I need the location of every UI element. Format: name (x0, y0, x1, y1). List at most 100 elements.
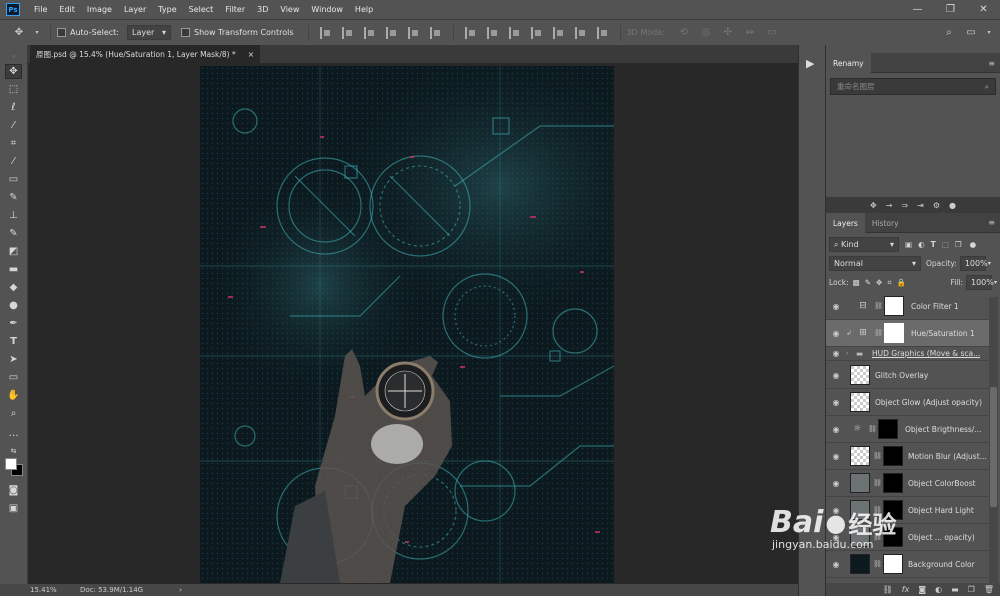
info-icon[interactable]: ● (949, 201, 956, 210)
blend-mode-dropdown[interactable]: Normal ▾ (829, 256, 921, 271)
dodge-tool-icon[interactable]: ● (5, 298, 22, 313)
tab-layers[interactable]: Layers (826, 213, 865, 233)
layer-row[interactable]: ◉ › ▬ HUD Graphics (Move & sca... (826, 347, 989, 361)
show-transform-checkbox[interactable] (180, 28, 190, 37)
filter-smart-object-icon[interactable]: ❐ (955, 240, 962, 249)
3d-rotate-icon[interactable]: ⟲ (677, 26, 691, 40)
eye-icon[interactable]: ◉ (826, 302, 846, 311)
layer-row[interactable]: ◉ Glitch Overlay (826, 362, 989, 389)
distribute-hcenter-icon[interactable] (552, 26, 565, 39)
new-group-icon[interactable]: ▬ (951, 585, 959, 594)
layer-row[interactable]: ◉ ↲ ⊞ ⛓ Hue/Saturation 1 (826, 320, 989, 347)
eye-icon[interactable]: ◉ (826, 560, 846, 569)
add-mask-icon[interactable]: ◙ (918, 585, 926, 594)
auto-select-dropdown[interactable]: Layer ▾ (126, 25, 171, 40)
chevron-down-icon[interactable]: ▾ (988, 260, 991, 267)
move-tool-icon[interactable]: ✥ (5, 64, 22, 79)
lock-position-icon[interactable]: ✥ (876, 278, 882, 287)
tab-history[interactable]: History (865, 213, 906, 233)
filter-type-icon[interactable]: T (931, 240, 936, 249)
filter-shape-icon[interactable]: ⬚ (942, 240, 949, 249)
eye-icon[interactable]: ◉ (826, 479, 846, 488)
layer-mask-thumbnail[interactable] (883, 554, 903, 574)
move-tool-icon[interactable]: ✥ (12, 26, 26, 40)
photoshop-logo[interactable]: Ps (6, 3, 20, 16)
lock-all-icon[interactable]: 🔒 (897, 278, 906, 287)
new-adjustment-icon[interactable]: ◐ (935, 585, 942, 594)
opacity-field[interactable]: 100% (959, 256, 988, 271)
align-top-icon[interactable] (319, 26, 332, 39)
screen-mode-icon[interactable]: ▣ (5, 501, 22, 516)
play-icon[interactable]: ▶ (806, 57, 814, 70)
menu-type[interactable]: Type (152, 5, 182, 14)
gradient-tool-icon[interactable]: ▬ (5, 262, 22, 277)
fill-field[interactable]: 100% (965, 275, 994, 290)
more-tools-icon[interactable]: … (5, 426, 22, 441)
layer-mask-thumbnail[interactable] (883, 473, 903, 493)
lock-image-icon[interactable]: ✎ (865, 278, 871, 287)
close-tab-icon[interactable]: × (248, 50, 254, 59)
panel-menu-icon[interactable]: ≡ (988, 59, 995, 68)
layer-row[interactable]: ◉ ☼ ⛓ Object Brigthness/... (826, 416, 989, 443)
menu-help[interactable]: Help (349, 5, 379, 14)
filter-adjustment-icon[interactable]: ◐ (918, 240, 925, 249)
layers-scrollbar[interactable] (989, 297, 998, 583)
layer-mask-thumbnail[interactable] (878, 419, 898, 439)
3d-roll-icon[interactable]: ◎ (699, 26, 713, 40)
zoom-tool-icon[interactable]: ⌕ (5, 406, 22, 421)
hand-tool-icon[interactable]: ✋ (5, 388, 22, 403)
marquee-tool-icon[interactable]: ⬚ (5, 82, 22, 97)
foreground-color-swatch[interactable] (5, 458, 17, 470)
layer-thumbnail[interactable] (850, 446, 870, 466)
lock-transparent-icon[interactable]: ▩ (853, 278, 860, 287)
workspace-icon[interactable]: ▭ (964, 26, 978, 40)
auto-select-checkbox[interactable] (57, 28, 66, 37)
gear-icon[interactable]: ⚙ (933, 201, 940, 210)
distribute-right-icon[interactable] (574, 26, 587, 39)
3d-pan-icon[interactable]: ✣ (721, 26, 735, 40)
menu-edit[interactable]: Edit (53, 5, 81, 14)
history-brush-icon[interactable]: ✎ (5, 226, 22, 241)
blur-tool-icon[interactable]: ◆ (5, 280, 22, 295)
filter-toggle-icon[interactable]: ● (970, 240, 977, 249)
align-vcenter-icon[interactable] (341, 26, 354, 39)
distribute-bottom-icon[interactable] (508, 26, 521, 39)
chevron-right-icon[interactable]: › (846, 350, 856, 357)
scrollbar-thumb[interactable] (990, 387, 997, 507)
renamy-search-input[interactable]: 重命名图层 ⌕ (830, 78, 996, 95)
arrow-right-icon[interactable]: → (886, 201, 893, 210)
workspace-chevron-icon[interactable]: ▾ (986, 26, 992, 40)
layer-mask-thumbnail[interactable] (884, 323, 904, 343)
quick-mask-icon[interactable]: ◙ (5, 483, 22, 498)
distribute-top-icon[interactable] (464, 26, 477, 39)
menu-3d[interactable]: 3D (251, 5, 274, 14)
3d-slide-icon[interactable]: ⇔ (743, 26, 757, 40)
move-layer-icon[interactable]: ✥ (870, 201, 877, 210)
close-button[interactable]: ✕ (967, 0, 1000, 19)
menu-window[interactable]: Window (305, 5, 349, 14)
document-artwork[interactable] (200, 66, 614, 583)
layer-row[interactable]: ◉ ⊟ ⛓ Color Filter 1 (826, 293, 989, 320)
link-layers-icon[interactable]: ⛓ (883, 585, 893, 594)
eye-icon[interactable]: ◉ (826, 371, 846, 380)
layer-thumbnail[interactable] (850, 392, 870, 412)
eyedropper-tool-icon[interactable]: ⁄ (5, 154, 22, 169)
eye-icon[interactable]: ◉ (826, 329, 846, 338)
align-right-icon[interactable] (429, 26, 442, 39)
chevron-down-icon[interactable]: ▾ (994, 279, 997, 286)
align-hcenter-icon[interactable] (407, 26, 420, 39)
eye-icon[interactable]: ◉ (826, 425, 846, 434)
arrow-double-icon[interactable]: ⇒ (901, 201, 908, 210)
align-left-icon[interactable] (385, 26, 398, 39)
zoom-level[interactable]: 15.41% (0, 586, 57, 594)
layer-thumbnail[interactable] (850, 365, 870, 385)
status-menu-arrow-icon[interactable]: › (179, 586, 182, 594)
fill-layer-thumbnail[interactable] (850, 554, 870, 574)
menu-layer[interactable]: Layer (118, 5, 152, 14)
canvas-area[interactable] (28, 63, 798, 584)
eye-icon[interactable]: ◉ (826, 398, 846, 407)
layer-row[interactable]: ◉ Object Glow (Adjust opacity) (826, 389, 989, 416)
healing-tool-icon[interactable]: ▭ (5, 172, 22, 187)
lasso-tool-icon[interactable]: ℓ (5, 100, 22, 115)
stamp-tool-icon[interactable]: ⊥ (5, 208, 22, 223)
